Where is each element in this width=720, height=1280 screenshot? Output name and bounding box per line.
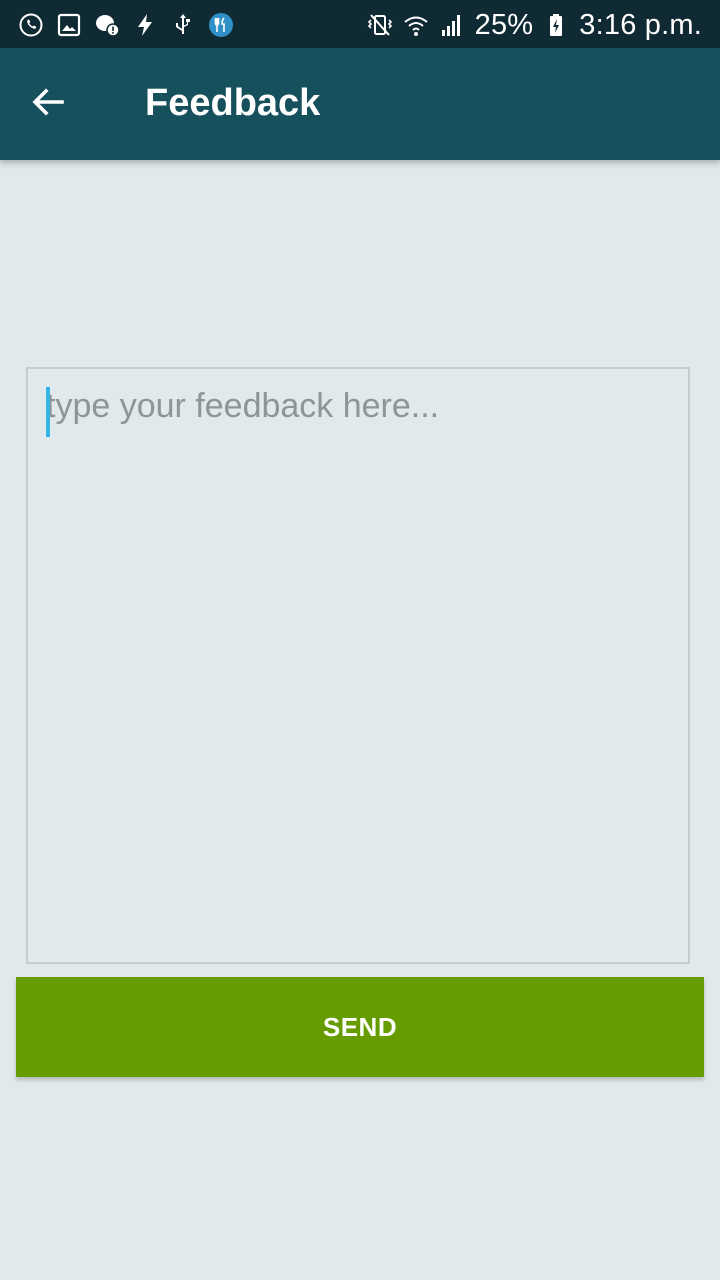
flash-icon [132,12,158,38]
restaurant-icon [208,12,234,38]
page-title: Feedback [145,82,321,124]
battery-percentage: 25% [474,8,534,41]
messenger-alert-icon [94,12,120,38]
status-bar: 25% 3:16 p.m. [0,0,720,48]
send-button-label: SEND [322,1011,398,1042]
wifi-icon [403,12,429,38]
app-bar: Feedback [0,48,720,160]
arrow-back-icon [30,84,66,125]
notification-icons [18,10,234,40]
battery-charging-icon [543,12,569,38]
feedback-box[interactable] [26,367,690,964]
send-button[interactable]: SEND [16,977,704,1077]
usb-icon [170,12,196,38]
signal-icon [439,12,465,38]
gallery-icon [56,12,82,38]
back-button[interactable] [22,78,74,130]
clock: 3:16 p.m. [579,8,702,41]
system-status: 25% 3:16 p.m. [367,8,702,42]
feedback-input[interactable] [46,387,666,947]
vibrate-icon [367,12,393,38]
whatsapp-icon [18,12,44,38]
text-cursor [46,387,50,437]
